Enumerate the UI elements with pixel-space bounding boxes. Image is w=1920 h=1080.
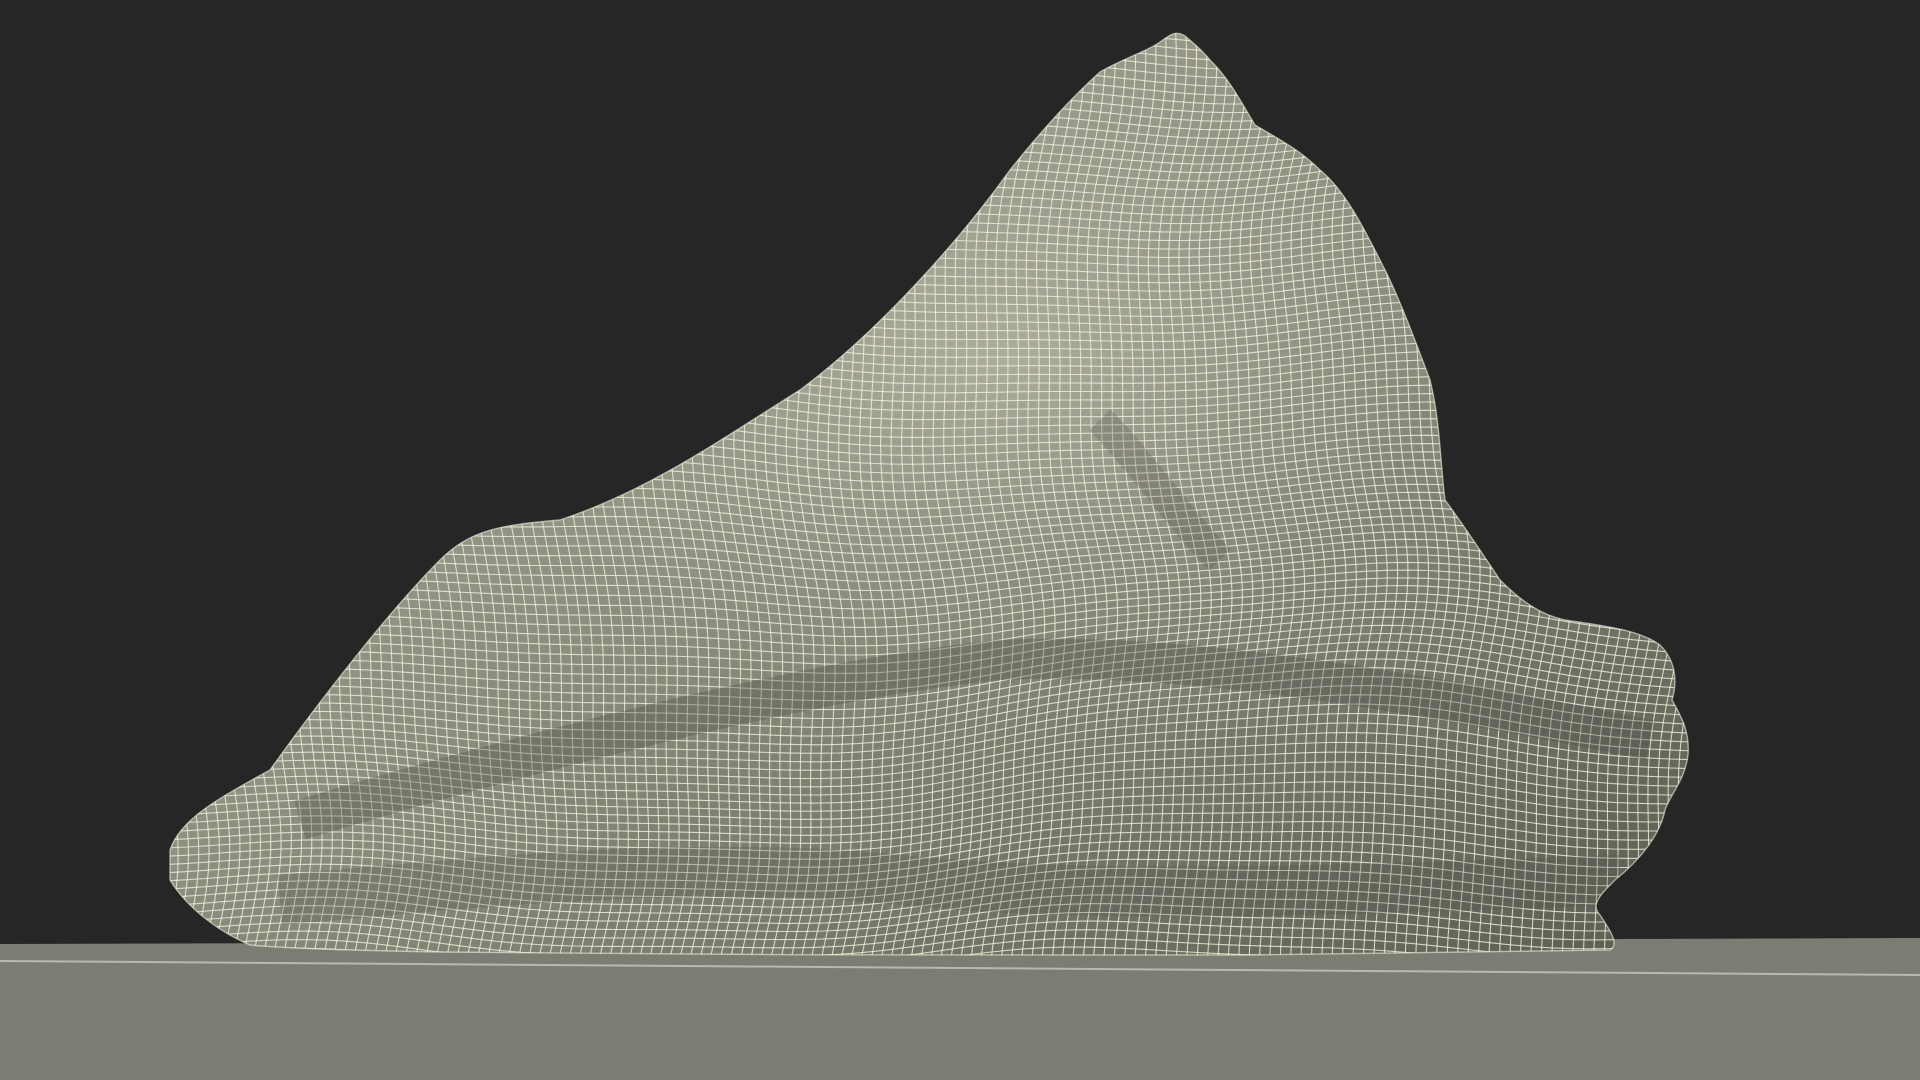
mesh-line-vertical (133, 23, 168, 964)
mesh-line-horizontal (170, 33, 1689, 45)
mesh-line-horizontal (170, 194, 1683, 225)
mesh-line-vertical (170, 33, 190, 956)
mesh-line-horizontal (170, 125, 1689, 157)
mesh-line-vertical (1660, 33, 1689, 956)
mesh-line-horizontal (170, 66, 1689, 96)
mesh-line-horizontal (170, 142, 1687, 174)
mesh-line-horizontal (170, 49, 1689, 79)
rock-mesh (133, 23, 1689, 964)
mesh-line-horizontal (170, 151, 1686, 182)
mesh-line-horizontal (170, 83, 1689, 114)
mesh-line-horizontal (170, 134, 1688, 165)
mesh-line-horizontal (170, 100, 1689, 131)
mesh-line-vertical (170, 33, 179, 956)
mesh-line-horizontal (170, 40, 1689, 71)
mesh-line-horizontal (170, 237, 1686, 268)
mesh-line-horizontal (170, 57, 1689, 88)
mesh-line-horizontal (170, 91, 1689, 122)
ground-plane (0, 938, 1920, 1080)
mesh-line-horizontal (170, 168, 1684, 199)
mesh-line-horizontal (170, 33, 1689, 53)
mesh-line-horizontal (170, 177, 1683, 208)
mesh-line-horizontal (170, 246, 1687, 277)
mesh-line-horizontal (170, 33, 1689, 62)
mesh-line-horizontal (170, 211, 1683, 242)
mesh-line-horizontal (170, 117, 1689, 148)
mesh-line-horizontal (170, 33, 1689, 36)
mesh-line-vertical (1681, 33, 1689, 956)
mesh-line-horizontal (170, 160, 1685, 191)
mesh-line-horizontal (170, 185, 1683, 216)
mesh-line-horizontal (170, 220, 1684, 250)
mesh-line-vertical (1671, 33, 1689, 956)
mesh-line-horizontal (170, 203, 1683, 233)
wireframe-scene (0, 23, 1920, 1080)
render-viewport (0, 0, 1920, 1080)
mesh-line-horizontal (170, 108, 1689, 139)
mesh-line-horizontal (170, 229, 1685, 259)
mesh-line-horizontal (170, 74, 1689, 105)
